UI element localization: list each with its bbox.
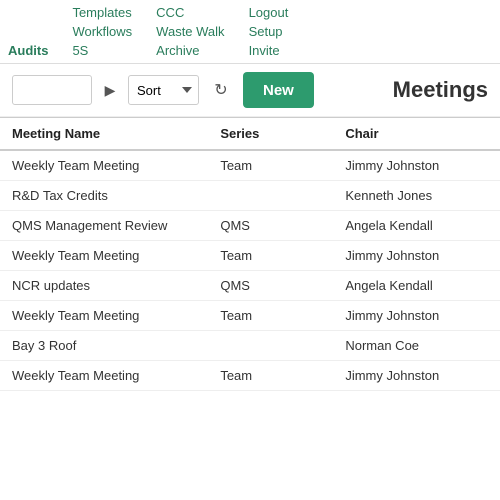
cell-series: QMS <box>208 271 333 301</box>
nav-item-templates[interactable]: Templates <box>72 4 132 21</box>
table-row[interactable]: Bay 3 Roof Norman Coe <box>0 331 500 361</box>
toolbar: ▶ Sort Name Series Chair ↻ New Meetings <box>0 64 500 117</box>
nav-item-setup[interactable]: Setup <box>249 23 289 40</box>
cell-meeting-name: Bay 3 Roof <box>0 331 208 361</box>
table-row[interactable]: Weekly Team MeetingTeamJimmy Johnston <box>0 150 500 181</box>
table-header-row: Meeting Name Series Chair <box>0 118 500 151</box>
cell-meeting-name: NCR updates <box>0 271 208 301</box>
cell-meeting-name: Weekly Team Meeting <box>0 150 208 181</box>
nav-col-3: CCC Waste Walk Archive <box>156 4 224 59</box>
nav-item-workflows[interactable]: Workflows <box>72 23 132 40</box>
nav-item-waste-walk[interactable]: Waste Walk <box>156 23 224 40</box>
table-row[interactable]: NCR updatesQMSAngela Kendall <box>0 271 500 301</box>
nav-col-1: Audits <box>8 4 48 59</box>
table-row[interactable]: QMS Management ReviewQMSAngela Kendall <box>0 211 500 241</box>
col-header-name: Meeting Name <box>0 118 208 151</box>
refresh-icon[interactable]: ↻ <box>207 76 235 104</box>
nav-item-logout[interactable]: Logout <box>249 4 289 21</box>
nav-col-2: Templates Workflows 5S <box>72 4 132 59</box>
cell-chair: Jimmy Johnston <box>333 361 500 391</box>
nav-item-blank2 <box>8 23 48 40</box>
cell-meeting-name: R&D Tax Credits <box>0 181 208 211</box>
cell-meeting-name: Weekly Team Meeting <box>0 361 208 391</box>
cell-meeting-name: QMS Management Review <box>0 211 208 241</box>
cell-series: Team <box>208 301 333 331</box>
col-header-chair: Chair <box>333 118 500 151</box>
cell-series <box>208 331 333 361</box>
nav-item-audits[interactable]: Audits <box>8 42 48 59</box>
cell-meeting-name: Weekly Team Meeting <box>0 301 208 331</box>
cell-series: Team <box>208 361 333 391</box>
nav-col-4: Logout Setup Invite <box>249 4 289 59</box>
cell-chair: Jimmy Johnston <box>333 241 500 271</box>
cell-chair: Jimmy Johnston <box>333 301 500 331</box>
col-header-series: Series <box>208 118 333 151</box>
cell-chair: Norman Coe <box>333 331 500 361</box>
nav-item-ccc[interactable]: CCC <box>156 4 224 21</box>
nav-item-blank1 <box>8 4 48 21</box>
cell-meeting-name: Weekly Team Meeting <box>0 241 208 271</box>
table-row[interactable]: Weekly Team MeetingTeamJimmy Johnston <box>0 361 500 391</box>
cell-series <box>208 181 333 211</box>
table-row[interactable]: Weekly Team MeetingTeamJimmy Johnston <box>0 241 500 271</box>
nav-item-archive[interactable]: Archive <box>156 42 224 59</box>
table-row[interactable]: Weekly Team MeetingTeamJimmy Johnston <box>0 301 500 331</box>
cell-chair: Angela Kendall <box>333 271 500 301</box>
sort-select[interactable]: Sort Name Series Chair <box>128 75 199 105</box>
page-title: Meetings <box>393 77 488 103</box>
cell-chair: Jimmy Johnston <box>333 150 500 181</box>
cell-series: Team <box>208 241 333 271</box>
cell-chair: Kenneth Jones <box>333 181 500 211</box>
nav-bar: Audits Templates Workflows 5S CCC Waste … <box>0 0 500 64</box>
search-input[interactable] <box>12 75 92 105</box>
cell-series: Team <box>208 150 333 181</box>
new-button[interactable]: New <box>243 72 314 108</box>
nav-item-5s[interactable]: 5S <box>72 42 132 59</box>
cell-chair: Angela Kendall <box>333 211 500 241</box>
cell-series: QMS <box>208 211 333 241</box>
table-row[interactable]: R&D Tax Credits Kenneth Jones <box>0 181 500 211</box>
play-icon[interactable]: ▶ <box>100 80 120 100</box>
meetings-table: Meeting Name Series Chair Weekly Team Me… <box>0 117 500 391</box>
nav-item-invite[interactable]: Invite <box>249 42 289 59</box>
